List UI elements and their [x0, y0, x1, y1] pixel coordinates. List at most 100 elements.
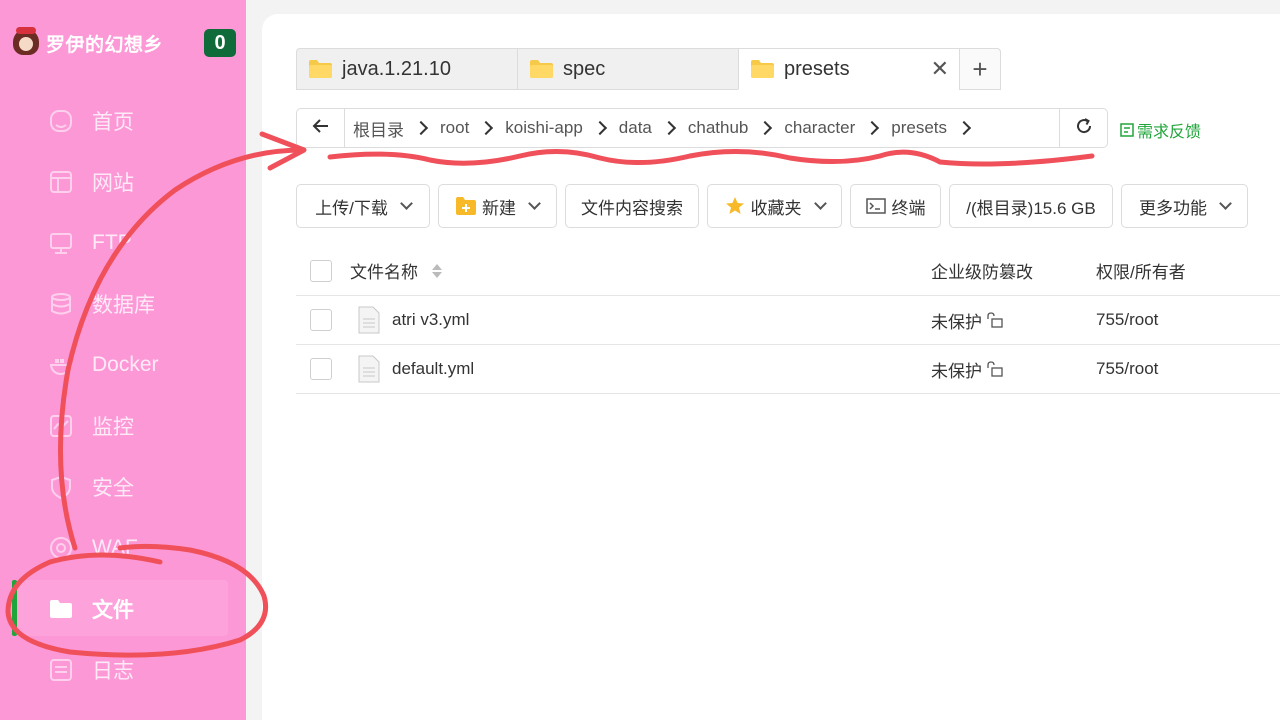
tab-java[interactable]: java.1.21.10 — [296, 48, 518, 90]
shield-icon — [48, 474, 74, 500]
chevron-down-icon — [528, 197, 541, 210]
name-column-header[interactable]: 文件名称 — [350, 258, 442, 283]
feedback-label: 需求反馈 — [1137, 124, 1202, 141]
feedback-link[interactable]: 需求反馈 — [1120, 118, 1201, 142]
refresh-button[interactable] — [1059, 109, 1107, 147]
favorites-button[interactable]: 收藏夹 — [707, 184, 842, 228]
file-table: 文件名称 企业级防篡改 权限/所有者 atri v3.yml 未保护 755/r… — [296, 246, 1280, 394]
add-tab-button[interactable]: + — [959, 48, 1001, 90]
file-name-cell: default.yml — [350, 355, 474, 383]
log-icon — [48, 657, 74, 683]
chevron-right-icon — [661, 120, 676, 136]
permission-cell[interactable]: 755/root — [1096, 359, 1158, 379]
folder-icon — [309, 60, 332, 78]
feedback-icon — [1120, 123, 1134, 137]
chevron-down-icon — [813, 197, 827, 210]
ftp-icon — [48, 230, 74, 256]
name-header-label: 文件名称 — [350, 263, 418, 282]
refresh-icon — [1075, 117, 1093, 140]
chevron-right-icon — [865, 120, 880, 136]
sidebar-item-website[interactable]: 网站 — [0, 151, 246, 212]
sidebar-item-security[interactable]: 安全 — [0, 456, 246, 517]
file-name[interactable]: atri v3.yml — [392, 310, 469, 330]
more-functions-button[interactable]: 更多功能 — [1121, 184, 1248, 228]
table-row[interactable]: default.yml 未保护 755/root — [296, 345, 1280, 394]
avatar[interactable] — [10, 27, 42, 59]
sidebar-item-label: Docker — [92, 352, 159, 376]
crumb-root[interactable]: root — [440, 118, 469, 138]
sidebar-item-label: 首页 — [92, 110, 134, 134]
upload-download-label: 上传/下载 — [315, 198, 388, 218]
upload-download-button[interactable]: 上传/下载 — [296, 184, 430, 228]
chevron-right-icon[interactable] — [956, 120, 972, 136]
close-icon[interactable]: ✕ — [931, 56, 949, 82]
tab-spec[interactable]: spec — [517, 48, 739, 90]
protection-status: 未保护 — [931, 312, 982, 332]
sidebar-item-waf[interactable]: WAF — [0, 517, 246, 578]
terminal-label: 终端 — [891, 198, 926, 218]
back-button[interactable] — [297, 109, 345, 147]
sidebar-item-ftp[interactable]: FTP — [0, 212, 246, 273]
sidebar-item-label: FTP — [92, 230, 132, 254]
sidebar-item-docker[interactable]: Docker — [0, 334, 246, 395]
crumb-character[interactable]: character — [784, 118, 855, 138]
website-icon — [48, 169, 74, 195]
unlock-icon[interactable] — [986, 312, 1004, 328]
toolbar: 上传/下载 新建 文件内容搜索 收藏夹 终端 /(根目录)15.6 GB 更多功… — [296, 184, 1256, 228]
protection-cell: 未保护 — [931, 308, 1004, 333]
protection-status: 未保护 — [931, 361, 982, 381]
crumb-root-dir[interactable]: 根目录 — [353, 116, 404, 141]
disk-usage-button[interactable]: /(根目录)15.6 GB — [949, 184, 1113, 228]
row-checkbox[interactable] — [310, 358, 332, 380]
arrow-left-icon — [312, 117, 330, 140]
disk-usage-label: /(根目录)15.6 GB — [966, 198, 1096, 218]
sidebar-item-database[interactable]: 数据库 — [0, 273, 246, 334]
crumb-koishi-app[interactable]: koishi-app — [505, 118, 583, 138]
unlock-icon[interactable] — [986, 361, 1004, 377]
sidebar-item-label: 安全 — [92, 476, 134, 500]
sidebar-item-label: 监控 — [92, 415, 134, 439]
crumb-data[interactable]: data — [619, 118, 652, 138]
sidebar-item-home[interactable]: 首页 — [0, 90, 246, 151]
permission-cell[interactable]: 755/root — [1096, 310, 1158, 330]
brand: 罗伊的幻想乡 0 — [10, 26, 236, 60]
crumb-presets[interactable]: presets — [891, 118, 947, 138]
notification-badge[interactable]: 0 — [204, 29, 236, 57]
chevron-right-icon — [592, 120, 607, 136]
sidebar-item-label: 数据库 — [92, 293, 155, 317]
chevron-right-icon — [758, 120, 773, 136]
select-all-checkbox[interactable] — [310, 259, 332, 282]
more-functions-label: 更多功能 — [1139, 198, 1207, 218]
terminal-button[interactable]: 终端 — [850, 184, 941, 228]
new-folder-icon — [456, 197, 476, 215]
star-icon — [725, 197, 745, 215]
brand-name: 罗伊的幻想乡 — [46, 34, 164, 56]
chevron-right-icon — [479, 120, 494, 136]
row-checkbox[interactable] — [310, 309, 332, 331]
sidebar-item-label: 文件 — [92, 598, 134, 622]
waf-icon — [48, 535, 74, 561]
file-name[interactable]: default.yml — [392, 359, 474, 379]
new-button[interactable]: 新建 — [438, 184, 557, 228]
sort-icon[interactable] — [432, 263, 442, 278]
sidebar-item-log[interactable]: 日志 — [0, 639, 246, 700]
sidebar-item-files[interactable]: 文件 — [0, 578, 246, 639]
sidebar-item-monitor[interactable]: 监控 — [0, 395, 246, 456]
file-icon — [358, 355, 380, 383]
chevron-down-icon — [399, 197, 413, 210]
home-icon — [48, 108, 74, 134]
crumb-chathub[interactable]: chathub — [688, 118, 749, 138]
folder-icon — [751, 60, 774, 78]
table-row[interactable]: atri v3.yml 未保护 755/root — [296, 296, 1280, 345]
chevron-right-icon — [413, 120, 429, 136]
tab-presets[interactable]: presets ✕ — [738, 48, 960, 90]
content-search-button[interactable]: 文件内容搜索 — [565, 184, 699, 228]
table-header: 文件名称 企业级防篡改 权限/所有者 — [296, 246, 1280, 296]
new-label: 新建 — [482, 198, 516, 218]
file-icon — [358, 306, 380, 334]
tab-label: spec — [563, 57, 606, 80]
breadcrumb: 根目录 root koishi-app data chathub charact… — [345, 109, 1059, 147]
tab-label: java.1.21.10 — [342, 57, 451, 80]
sidebar-item-label: 日志 — [92, 659, 134, 683]
sidebar: 罗伊的幻想乡 0 首页 网站 FTP 数据库 Docker 监控 安全 WAF … — [0, 0, 246, 720]
